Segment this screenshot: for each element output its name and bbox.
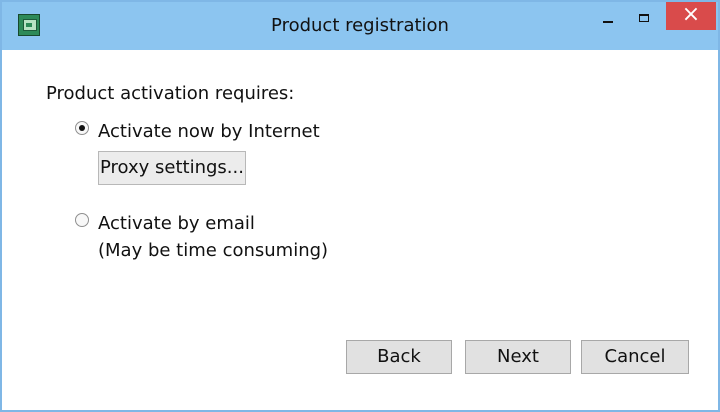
minimize-icon	[603, 21, 613, 23]
minimize-button[interactable]	[594, 2, 622, 30]
cancel-button[interactable]: Cancel	[581, 340, 689, 374]
maximize-icon	[639, 14, 649, 22]
activate-internet-radio[interactable]	[75, 121, 89, 135]
product-registration-window: Product registration Product activation …	[0, 0, 720, 412]
activate-email-note: (May be time consuming)	[98, 240, 329, 261]
close-button[interactable]	[666, 2, 716, 30]
activate-internet-label[interactable]: Activate now by Internet	[98, 120, 320, 144]
proxy-settings-button[interactable]: Proxy settings...	[98, 151, 246, 185]
dialog-content: Product activation requires: Activate no…	[2, 50, 718, 410]
back-button[interactable]: Back	[346, 340, 452, 374]
titlebar[interactable]: Product registration	[2, 2, 718, 50]
next-button[interactable]: Next	[465, 340, 571, 374]
activation-heading: Product activation requires:	[46, 83, 295, 104]
maximize-button[interactable]	[630, 2, 658, 30]
activate-email-label[interactable]: Activate by email	[98, 212, 255, 236]
activate-email-radio[interactable]	[75, 213, 89, 227]
